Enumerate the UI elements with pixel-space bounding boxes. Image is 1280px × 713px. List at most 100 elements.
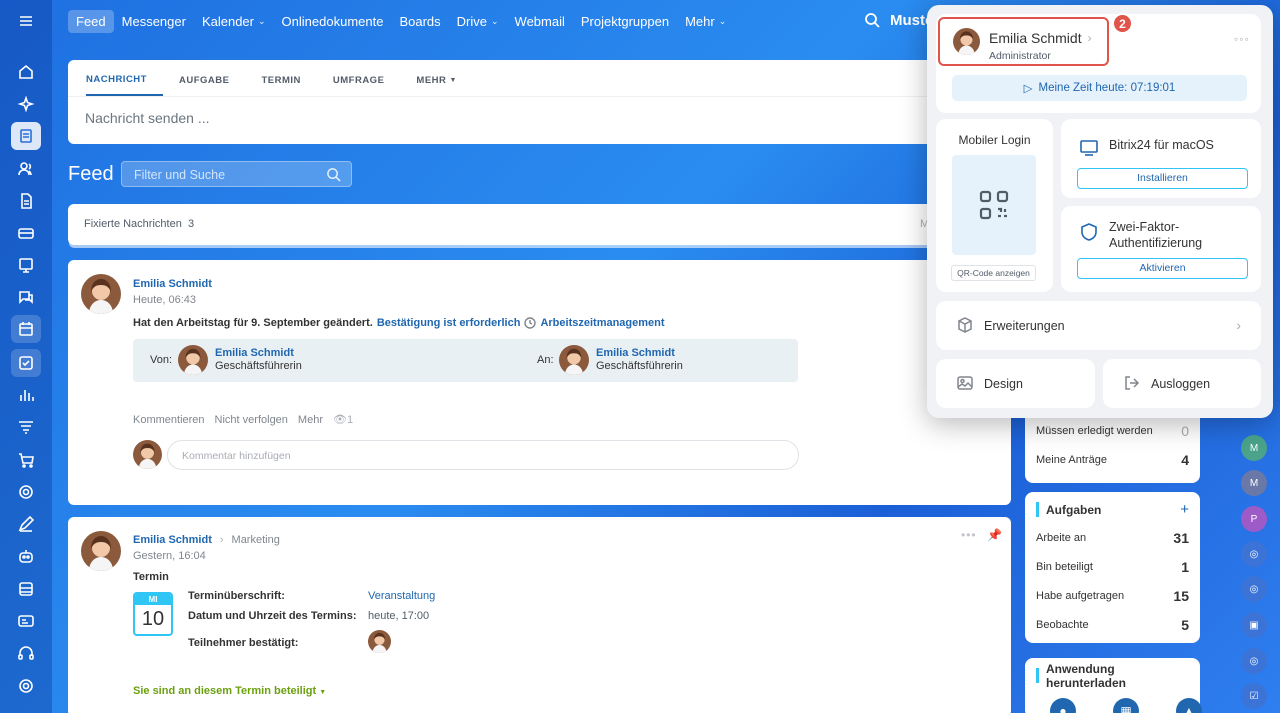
apple-icon[interactable]: ●	[1050, 698, 1076, 713]
chat-icon[interactable]	[11, 283, 41, 311]
cart-icon[interactable]	[11, 446, 41, 474]
message-input[interactable]: Nachricht senden ...	[85, 110, 210, 126]
show-qr-button[interactable]: QR-Code anzeigen	[951, 265, 1036, 281]
install-button[interactable]: Installieren	[1077, 168, 1248, 189]
avatar[interactable]	[81, 274, 121, 314]
confirmation-link[interactable]: Bestätigung ist erforderlich	[377, 317, 521, 329]
module-link[interactable]: Arbeitszeitmanagement	[540, 317, 664, 329]
pin-icon[interactable]: 📌	[987, 528, 1002, 542]
nav-kalender[interactable]: Kalender ⌄	[194, 10, 274, 33]
list-item[interactable]: Arbeite an 31	[1036, 530, 1189, 546]
robot-icon[interactable]	[11, 542, 41, 570]
nav-boards[interactable]: Boards	[391, 10, 448, 33]
more-icon[interactable]: •••	[961, 528, 977, 542]
filter-icon[interactable]	[11, 413, 41, 441]
page-title: Feed	[68, 163, 114, 185]
headset-icon[interactable]	[11, 639, 41, 667]
pinned-messages-bar[interactable]: Fixierte Nachrichten 3 M	[68, 204, 1011, 245]
design-item[interactable]: Design	[936, 359, 1095, 408]
avatar[interactable]	[559, 345, 589, 375]
list-item[interactable]: Meine Anträge 4	[1036, 452, 1189, 468]
box-icon	[956, 316, 974, 334]
chart-icon[interactable]	[11, 381, 41, 409]
logout-item[interactable]: Ausloggen	[1103, 359, 1261, 408]
more-link[interactable]: Mehr	[298, 414, 323, 426]
home-icon[interactable]	[11, 58, 41, 86]
nav-label: Onlinedokumente	[281, 13, 384, 29]
more-icon[interactable]: ◦◦◦	[1234, 32, 1250, 46]
filter-search-input[interactable]: Filter und Suche	[121, 161, 352, 187]
tasks-header: Aufgaben +	[1036, 501, 1189, 518]
chevron-down-icon: ▼	[449, 76, 457, 84]
post-group[interactable]: Marketing	[232, 534, 280, 546]
avatar[interactable]: M	[1241, 470, 1267, 496]
profile-button[interactable]: Emilia Schmidt › Administrator 2	[938, 13, 1133, 66]
tab-termin[interactable]: TERMIN	[261, 66, 316, 96]
download-widget: Anwendung herunterladen ● ▦ ▲	[1025, 658, 1202, 713]
avatar[interactable]	[178, 345, 208, 375]
chat-group-icon[interactable]: ◎	[1241, 576, 1267, 602]
nav-mehr[interactable]: Mehr ⌄	[677, 10, 734, 33]
chat-group-icon[interactable]: ◎	[1241, 648, 1267, 674]
tab-aufgabe[interactable]: AUFGABE	[179, 66, 245, 96]
feed-icon[interactable]	[11, 122, 41, 150]
avatar[interactable]	[368, 630, 391, 653]
avatar[interactable]: M	[1241, 435, 1267, 461]
list-item[interactable]: Müssen erledigt werden 0	[1036, 423, 1189, 439]
contact-icon[interactable]	[11, 607, 41, 635]
nav-webmail[interactable]: Webmail	[507, 10, 573, 33]
avatar[interactable]: P	[1241, 506, 1267, 532]
settings-icon[interactable]	[11, 672, 41, 700]
board-icon[interactable]	[11, 251, 41, 279]
list-item[interactable]: Bin beteiligt 1	[1036, 559, 1189, 575]
tab-mehr[interactable]: MEHR ▼	[416, 66, 473, 96]
post-author[interactable]: Emilia Schmidt	[133, 278, 212, 290]
users-icon[interactable]	[11, 155, 41, 183]
image-icon	[956, 374, 974, 392]
task-chat-icon[interactable]: ☑	[1241, 683, 1267, 709]
nav-feed[interactable]: Feed	[68, 9, 114, 33]
archive-icon[interactable]	[11, 575, 41, 603]
search-icon[interactable]	[864, 12, 880, 28]
notification-icon[interactable]: ▣	[1241, 612, 1267, 638]
tasks-title[interactable]: Aufgaben	[1046, 503, 1101, 517]
nav-label: Boards	[399, 13, 441, 29]
card-icon[interactable]	[11, 219, 41, 247]
add-icon[interactable]: +	[1180, 501, 1189, 518]
download-title: Anwendung herunterladen	[1046, 661, 1127, 690]
nav-onlinedokumente[interactable]: Onlinedokumente	[274, 10, 392, 33]
tab-nachricht[interactable]: NACHRICHT	[86, 66, 163, 96]
sparkle-icon[interactable]	[11, 90, 41, 118]
comment-input[interactable]: Kommentar hinzufügen	[167, 440, 799, 470]
avatar[interactable]	[81, 531, 121, 571]
comment-link[interactable]: Kommentieren	[133, 414, 205, 426]
nav-drive[interactable]: Drive ⌄	[449, 10, 507, 33]
tasks-icon[interactable]	[11, 349, 41, 377]
extensions-item[interactable]: Erweiterungen ›	[936, 301, 1261, 350]
row-label: Müssen erledigt werden	[1036, 425, 1153, 437]
event-title-value[interactable]: Veranstaltung	[368, 590, 435, 602]
document-icon[interactable]	[11, 187, 41, 215]
tab-umfrage[interactable]: UMFRAGE	[333, 66, 401, 96]
post-author[interactable]: Emilia Schmidt	[133, 534, 212, 546]
calendar-icon[interactable]	[11, 315, 41, 343]
chat-group-icon[interactable]: ◎	[1241, 541, 1267, 567]
comment-placeholder: Kommentar hinzufügen	[182, 450, 291, 462]
event-status-dropdown[interactable]: Sie sind an diesem Termin beteiligt ▼	[133, 685, 326, 697]
windows-icon[interactable]: ▦	[1113, 698, 1139, 713]
nav-projektgruppen[interactable]: Projektgruppen	[573, 10, 677, 33]
list-item[interactable]: Beobachte 5	[1036, 617, 1189, 633]
menu-icon[interactable]	[11, 7, 41, 35]
target-icon[interactable]	[11, 478, 41, 506]
unfollow-link[interactable]: Nicht verfolgen	[215, 414, 288, 426]
to-name[interactable]: Emilia Schmidt	[596, 347, 675, 359]
change-box: Von: Emilia Schmidt Geschäftsführerin An…	[133, 339, 798, 382]
linux-icon[interactable]: ▲	[1176, 698, 1202, 713]
worktime-button[interactable]: ▷ Meine Zeit heute: 07:19:01	[952, 75, 1247, 101]
list-item[interactable]: Habe aufgetragen 15	[1036, 588, 1189, 604]
activate-button[interactable]: Aktivieren	[1077, 258, 1248, 279]
from-name[interactable]: Emilia Schmidt	[215, 347, 294, 359]
pen-icon[interactable]	[11, 510, 41, 538]
nav-messenger[interactable]: Messenger	[114, 10, 194, 33]
row-label: Habe aufgetragen	[1036, 590, 1125, 602]
